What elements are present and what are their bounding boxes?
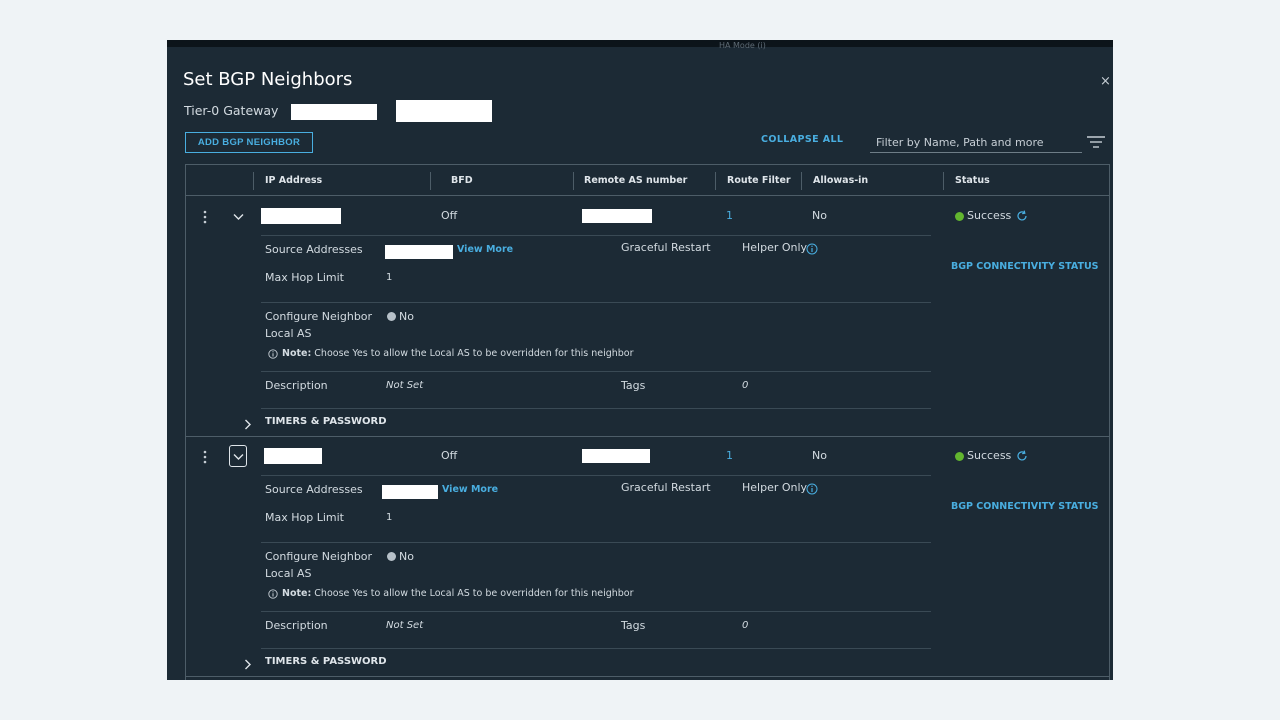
- kebab-menu-icon[interactable]: [200, 450, 210, 464]
- grid-header: IP Address BFD Remote AS number Route Fi…: [186, 165, 1110, 196]
- bgp-neighbors-dialog: HA Mode (i) Set BGP Neighbors × Tier-0 G…: [167, 40, 1113, 680]
- note-text: Choose Yes to allow the Local AS to be o…: [314, 348, 634, 359]
- col-route-filter[interactable]: Route Filter: [727, 165, 791, 196]
- configure-neighbor-label-line1: Configure Neighbor: [265, 550, 373, 563]
- note-info-icon: [268, 349, 278, 359]
- bgp-neighbors-grid: IP Address BFD Remote AS number Route Fi…: [185, 164, 1110, 680]
- status-success-dot: [955, 212, 964, 221]
- background-ghost-text: HA Mode (i): [719, 41, 766, 50]
- source-address-redacted: [385, 245, 453, 259]
- tags-value: 0: [742, 380, 749, 391]
- description-label: Description: [265, 619, 328, 632]
- tags-label: Tags: [621, 619, 646, 632]
- col-remote-as[interactable]: Remote AS number: [584, 165, 687, 196]
- bfd-value: Off: [441, 449, 458, 462]
- expand-toggle-focused[interactable]: [229, 445, 247, 467]
- chevron-right-icon[interactable]: [244, 659, 251, 670]
- tags-value: 0: [742, 620, 749, 631]
- radio-toggle-off[interactable]: [387, 312, 396, 321]
- remote-as-redacted: [582, 449, 650, 463]
- note-info-icon: [268, 589, 278, 599]
- graceful-restart-value: Helper Only: [742, 481, 808, 494]
- gateway-path-redacted: [396, 100, 492, 122]
- graceful-restart-value: Helper Only: [742, 241, 808, 254]
- view-more-link[interactable]: View More: [457, 244, 513, 255]
- source-address-redacted: [382, 485, 438, 499]
- allowas-in-value: No: [812, 209, 827, 222]
- radio-toggle-off[interactable]: [387, 552, 396, 561]
- local-as-note: Note: Choose Yes to allow the Local AS t…: [282, 588, 634, 599]
- bgp-connectivity-status-link[interactable]: BGP CONNECTIVITY STATUS: [951, 261, 1099, 272]
- source-addresses-label: Source Addresses: [265, 243, 363, 256]
- description-value: Not Set: [386, 620, 424, 631]
- max-hop-limit-value: 1: [386, 272, 393, 283]
- configure-neighbor-label-line1: Configure Neighbor: [265, 310, 373, 323]
- collapse-all-button[interactable]: COLLAPSE ALL: [761, 134, 843, 145]
- max-hop-limit-label: Max Hop Limit: [265, 271, 344, 284]
- status-value: Success: [967, 449, 1012, 462]
- note-bold: Note:: [282, 588, 312, 599]
- configure-neighbor-label-line2: Local AS: [265, 567, 312, 580]
- tags-label: Tags: [621, 379, 646, 392]
- local-as-value: No: [399, 310, 414, 323]
- chevron-down-icon[interactable]: [233, 213, 244, 221]
- note-bold: Note:: [282, 348, 312, 359]
- status-value: Success: [967, 209, 1012, 222]
- configure-neighbor-label-line2: Local AS: [265, 327, 312, 340]
- ip-address-redacted: [264, 448, 322, 464]
- timers-password-toggle[interactable]: TIMERS & PASSWORD: [265, 656, 387, 667]
- close-icon[interactable]: ×: [1100, 74, 1111, 89]
- dialog-title: Set BGP Neighbors: [183, 69, 353, 90]
- local-as-value: No: [399, 550, 414, 563]
- col-bfd[interactable]: BFD: [451, 165, 473, 196]
- chevron-down-icon: [233, 454, 244, 460]
- info-icon[interactable]: [806, 243, 818, 255]
- filter-input[interactable]: [870, 132, 1082, 153]
- info-icon[interactable]: [806, 483, 818, 495]
- route-filter-link[interactable]: 1: [726, 209, 733, 222]
- col-ip-address[interactable]: IP Address: [265, 165, 322, 196]
- bgp-connectivity-status-link[interactable]: BGP CONNECTIVITY STATUS: [951, 501, 1099, 512]
- col-status[interactable]: Status: [955, 165, 990, 196]
- remote-as-redacted: [582, 209, 652, 223]
- allowas-in-value: No: [812, 449, 827, 462]
- kebab-menu-icon[interactable]: [200, 210, 210, 224]
- description-label: Description: [265, 379, 328, 392]
- chevron-right-icon[interactable]: [244, 419, 251, 430]
- gateway-label: Tier-0 Gateway: [184, 103, 279, 118]
- note-text: Choose Yes to allow the Local AS to be o…: [314, 588, 634, 599]
- add-bgp-neighbor-button[interactable]: ADD BGP NEIGHBOR: [185, 132, 313, 153]
- refresh-icon[interactable]: [1016, 210, 1028, 222]
- max-hop-limit-value: 1: [386, 512, 393, 523]
- source-addresses-label: Source Addresses: [265, 483, 363, 496]
- graceful-restart-label: Graceful Restart: [621, 481, 711, 494]
- background-window-strip: HA Mode (i): [167, 40, 1113, 50]
- route-filter-link[interactable]: 1: [726, 449, 733, 462]
- refresh-icon[interactable]: [1016, 450, 1028, 462]
- filter-icon[interactable]: [1087, 136, 1105, 148]
- description-value: Not Set: [386, 380, 424, 391]
- bfd-value: Off: [441, 209, 458, 222]
- graceful-restart-label: Graceful Restart: [621, 241, 711, 254]
- gateway-name-redacted: [291, 104, 377, 120]
- local-as-note: Note: Choose Yes to allow the Local AS t…: [282, 348, 634, 359]
- view-more-link[interactable]: View More: [442, 484, 498, 495]
- col-allowas-in[interactable]: Allowas-in: [813, 165, 868, 196]
- timers-password-toggle[interactable]: TIMERS & PASSWORD: [265, 416, 387, 427]
- status-success-dot: [955, 452, 964, 461]
- max-hop-limit-label: Max Hop Limit: [265, 511, 344, 524]
- ip-address-redacted: [261, 208, 341, 224]
